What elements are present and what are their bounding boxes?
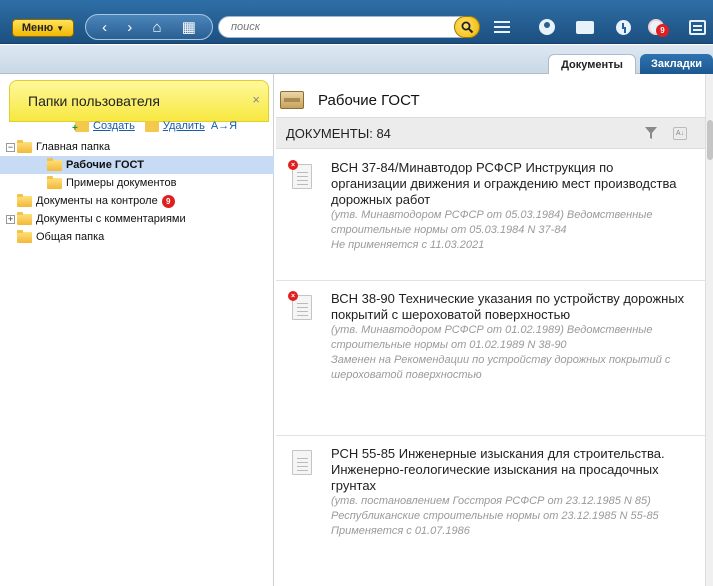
document-item[interactable]: × ВСН 37-84/Минавтодор РСФСР Инструкция … xyxy=(276,150,705,281)
nav-group: ‹ › ⌂ ▦ xyxy=(85,14,213,40)
search-button[interactable] xyxy=(454,16,480,38)
tree-item-comments[interactable]: + Документы с комментариями xyxy=(0,210,274,228)
document-title[interactable]: ВСН 37-84/Минавтодор РСФСР Инструкция по… xyxy=(331,160,691,208)
invalid-mark-icon: × xyxy=(288,160,298,170)
timer-badge: 9 xyxy=(656,24,669,37)
count-badge: 9 xyxy=(161,194,175,208)
tree-item-label: Документы с комментариями xyxy=(36,213,186,225)
search-input[interactable] xyxy=(231,17,431,37)
document-list: × ВСН 37-84/Минавтодор РСФСР Инструкция … xyxy=(276,150,705,586)
folder-title-row: Рабочие ГОСТ xyxy=(276,82,705,118)
tree-item-label: Рабочие ГОСТ xyxy=(66,159,144,171)
top-toolbar: Меню ▼ ‹ › ⌂ ▦ 9 xyxy=(0,0,713,44)
search-icon xyxy=(461,21,473,33)
timer-icon[interactable]: 9 xyxy=(642,16,670,38)
tree-item-working-gost[interactable]: Рабочие ГОСТ xyxy=(0,156,274,174)
user-folders-panel: Папки пользователя × Создать Удалить А→Я… xyxy=(0,74,274,586)
document-meta: (утв. постановлением Госстроя РСФСР от 2… xyxy=(331,495,659,522)
delete-folder-icon xyxy=(144,120,159,132)
forward-arrow-icon[interactable]: › xyxy=(127,20,132,35)
tree-item-label: Главная папка xyxy=(36,141,111,153)
folder-tree-icon xyxy=(17,211,32,225)
tab-documents[interactable]: Документы xyxy=(548,54,636,74)
panel-title: Папки пользователя xyxy=(28,93,160,109)
panel-header: Папки пользователя × xyxy=(9,80,269,122)
folder-tree-icon xyxy=(17,139,32,153)
sort-az-link[interactable]: А→Я xyxy=(211,120,237,132)
clock-icon[interactable] xyxy=(612,16,634,38)
home-icon[interactable]: ⌂ xyxy=(152,20,161,35)
delete-folder-link[interactable]: Удалить xyxy=(163,120,205,132)
sort-az-icon[interactable]: A↓ xyxy=(673,127,687,140)
create-folder-icon xyxy=(72,120,89,134)
documents-panel: Рабочие ГОСТ ДОКУМЕНТЫ: 84 A↓ × ВСН 37-8… xyxy=(276,74,713,586)
tab-strip: Документы Закладки xyxy=(0,45,713,74)
document-title[interactable]: РСН 55-85 Инженерные изыскания для строи… xyxy=(331,446,691,494)
collapse-icon[interactable]: − xyxy=(6,142,15,152)
folder-title: Рабочие ГОСТ xyxy=(318,91,420,109)
document-meta: (утв. Минавтодором РСФСР от 01.02.1989) … xyxy=(331,324,653,351)
document-status: Не применяется с 11.03.2021 xyxy=(331,239,485,251)
folder-tree-icon xyxy=(17,193,32,207)
document-item[interactable]: РСН 55-85 Инженерные изыскания для строи… xyxy=(276,436,705,586)
document-item[interactable]: × ВСН 38-90 Технические указания по устр… xyxy=(276,281,705,436)
tab-bookmarks[interactable]: Закладки xyxy=(640,54,713,74)
scrollbar[interactable] xyxy=(705,74,713,586)
search-box xyxy=(218,16,480,38)
document-meta: (утв. Минавтодором РСФСР от 05.03.1984) … xyxy=(331,209,653,236)
tree-item-label: Общая папка xyxy=(36,231,105,243)
tree-item-label: Документы на контроле xyxy=(36,195,158,207)
menu-button[interactable]: Меню ▼ xyxy=(12,19,74,37)
tree-item-shared[interactable]: Общая папка xyxy=(0,228,274,246)
documents-count-bar: ДОКУМЕНТЫ: 84 A↓ xyxy=(276,117,705,149)
document-status: Заменен на Рекомендации по устройству до… xyxy=(331,354,671,381)
grid-icon[interactable]: ▦ xyxy=(182,20,196,35)
filter-icon[interactable] xyxy=(645,127,657,140)
folder-tree-icon xyxy=(17,229,32,243)
tree-item-label: Примеры документов xyxy=(66,177,177,189)
back-arrow-icon[interactable]: ‹ xyxy=(102,20,107,35)
menu-button-label: Меню xyxy=(21,22,54,34)
folder-box-icon xyxy=(280,91,304,109)
document-title[interactable]: ВСН 38-90 Технические указания по устрой… xyxy=(331,291,691,323)
folder-actions: Создать Удалить А→Я xyxy=(72,120,237,134)
scrollbar-thumb[interactable] xyxy=(707,120,713,160)
folder-tree-icon xyxy=(47,157,62,171)
document-icon: × xyxy=(288,291,312,320)
user-icon[interactable] xyxy=(536,16,558,38)
close-icon[interactable]: × xyxy=(252,92,260,107)
message-icon[interactable] xyxy=(686,16,708,38)
tree-item-control[interactable]: Документы на контроле 9 xyxy=(0,192,274,210)
tree-item-main[interactable]: − Главная папка xyxy=(0,138,274,156)
tree-item-examples[interactable]: Примеры документов xyxy=(0,174,274,192)
folder-tree: − Главная папка Рабочие ГОСТ Примеры док… xyxy=(0,138,274,246)
folder-icon[interactable] xyxy=(574,16,596,38)
documents-count: ДОКУМЕНТЫ: 84 xyxy=(286,125,391,141)
expand-icon[interactable]: + xyxy=(6,214,15,224)
caret-down-icon: ▼ xyxy=(56,23,65,33)
folder-tree-icon xyxy=(47,175,62,189)
document-icon xyxy=(292,450,312,475)
hamburger-icon[interactable] xyxy=(490,16,514,38)
create-folder-link[interactable]: Создать xyxy=(93,120,135,132)
invalid-mark-icon: × xyxy=(288,291,298,301)
document-status: Применяется с 01.07.1986 xyxy=(331,525,470,537)
document-icon: × xyxy=(288,160,312,189)
